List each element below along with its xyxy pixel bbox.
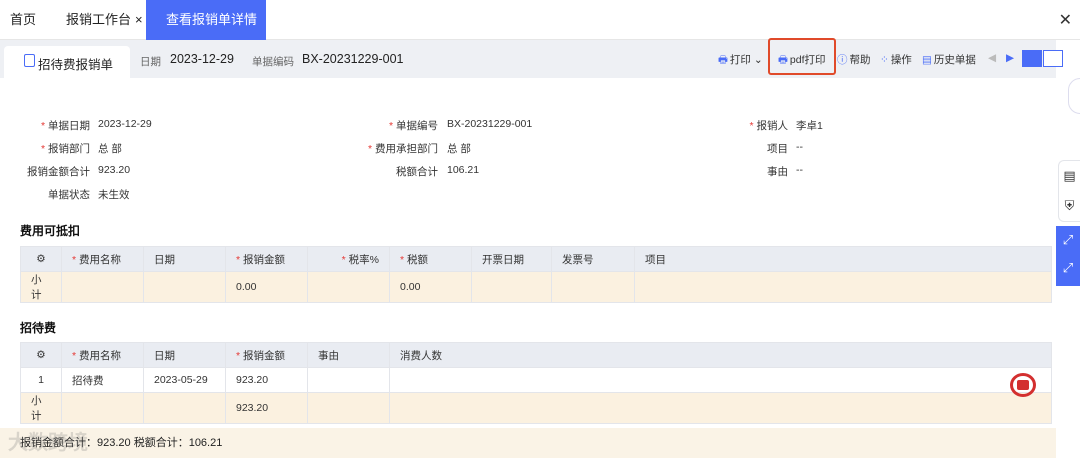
settings-icon[interactable]: ⚙ <box>20 342 62 368</box>
history-icon: ▤ <box>922 54 932 66</box>
tab-home[interactable]: 首页 <box>10 0 36 40</box>
row-people <box>389 367 1052 393</box>
assistant-bubble-icon[interactable] <box>1068 78 1080 114</box>
column-header: * 费用名称 <box>61 342 144 368</box>
amount-total-value: 923.20 <box>98 164 131 176</box>
dept-label: * 报销部门 <box>40 143 90 155</box>
column-header: 消费人数 <box>389 342 1052 368</box>
tab-reimburse-workbench[interactable]: 报销工作台 × <box>66 0 143 40</box>
chevron-down-icon[interactable]: ⌄ <box>754 54 763 66</box>
close-all-icon[interactable]: ✕ <box>1059 10 1072 30</box>
claimant-value: 李卓1 <box>796 120 823 132</box>
settings-icon[interactable]: ⚙ <box>20 246 62 272</box>
history-button[interactable]: ▤ 历史单据 <box>922 52 976 67</box>
cost-dept-value: 总 部 <box>447 143 471 155</box>
help-button[interactable]: ⓘ 帮助 <box>837 52 871 67</box>
column-header: 发票号 <box>551 246 635 272</box>
pdf-print-button[interactable]: 🖶 pdf打印 <box>778 52 826 70</box>
doc-no-value: BX-20231229-001 <box>447 118 533 130</box>
date-label: 日期 <box>140 56 161 68</box>
row-name: 招待费 <box>61 367 144 393</box>
shield-icon[interactable]: ⛨ <box>1059 191 1080 221</box>
printer-icon: 🖶 <box>718 54 728 66</box>
subtotal-amount: 0.00 <box>225 271 308 303</box>
print-button[interactable]: 🖶 打印 ⌄ <box>718 52 763 70</box>
status-value: 未生效 <box>98 189 130 201</box>
reason-value: -- <box>796 164 803 176</box>
cost-dept-label: * 费用承担部门 <box>367 143 438 155</box>
subtotal-row: 小计 0.00 0.00 <box>20 271 1052 303</box>
printer-icon: 🖶 <box>778 54 788 66</box>
expand-icon[interactable]: ⤢ <box>1056 226 1080 254</box>
entertainment-table: ⚙ * 费用名称 日期 * 报销金额 事由 消费人数 1 招待费 2023-05… <box>20 342 1052 424</box>
watermark-logo: 大数跨境 <box>8 432 88 454</box>
card-view-icon[interactable] <box>1043 50 1063 67</box>
column-header: * 费用名称 <box>61 246 144 272</box>
close-icon[interactable]: × <box>135 12 143 27</box>
table-header-row: ⚙ * 费用名称 日期 * 报销金额 事由 消费人数 <box>20 342 1052 368</box>
help-icon: ⓘ <box>837 54 848 66</box>
doc-no-label: * 单据编号 <box>388 120 438 132</box>
row-date: 2023-05-29 <box>143 367 226 393</box>
grid-icon: ⁘ <box>880 54 889 66</box>
subtotal-label: 小计 <box>20 392 62 424</box>
table-header-row: ⚙ * 费用名称 日期 * 报销金额 * 税率% * 税额 开票日期 发票号 项… <box>20 246 1052 272</box>
table-row[interactable]: 1 招待费 2023-05-29 923.20 <box>20 367 1052 393</box>
doc-date-value: 2023-12-29 <box>98 118 152 130</box>
next-arrow-icon[interactable]: ▶ <box>1006 52 1014 64</box>
list-view-icon[interactable] <box>1022 50 1042 67</box>
column-header: 项目 <box>634 246 1052 272</box>
doc-tab-label: 招待费报销单 <box>38 58 114 72</box>
entertainment-title: 招待费 <box>20 321 57 335</box>
fullscreen-icon[interactable]: ⤢ <box>1056 254 1080 282</box>
column-header: * 税率% <box>307 246 390 272</box>
document-icon <box>24 54 35 67</box>
subtotal-tax: 0.00 <box>389 271 472 303</box>
subtotal-row: 小计 923.20 <box>20 392 1052 424</box>
column-header: 日期 <box>143 342 226 368</box>
column-header: * 报销金额 <box>225 342 308 368</box>
claimant-label: * 报销人 <box>749 120 788 132</box>
status-label: 单据状态 <box>48 189 90 201</box>
attachment-icon[interactable] <box>1017 380 1029 390</box>
prev-arrow-icon[interactable]: ◀ <box>988 52 996 64</box>
column-header: 开票日期 <box>471 246 552 272</box>
side-tool-panel: ▤ ⛨ <box>1058 160 1080 222</box>
tax-total-value: 106.21 <box>447 164 480 176</box>
dept-value: 总 部 <box>98 143 122 155</box>
column-header: * 报销金额 <box>225 246 308 272</box>
deductible-title: 费用可抵扣 <box>20 224 81 238</box>
tax-total-label: 税额合计 <box>396 166 438 178</box>
operate-button[interactable]: ⁘ 操作 <box>880 52 912 67</box>
column-header: 日期 <box>143 246 226 272</box>
code-value: BX-20231229-001 <box>302 52 404 66</box>
column-header: 事由 <box>307 342 390 368</box>
row-amount: 923.20 <box>225 367 308 393</box>
tab-view-detail[interactable]: 查看报销单详情× <box>146 0 266 67</box>
deductible-table: ⚙ * 费用名称 日期 * 报销金额 * 税率% * 税额 开票日期 发票号 项… <box>20 246 1052 303</box>
project-label: 项目 <box>767 143 788 155</box>
code-label: 单据编码 <box>252 56 294 68</box>
subtotal-amount: 923.20 <box>225 392 308 424</box>
column-header: * 税额 <box>389 246 472 272</box>
notes-icon[interactable]: ▤ <box>1059 161 1080 191</box>
date-value: 2023-12-29 <box>170 52 234 66</box>
side-expand-panel: ⤢ ⤢ <box>1056 226 1080 286</box>
row-number: 1 <box>20 367 62 393</box>
amount-total-label: 报销金额合计 <box>27 166 90 178</box>
subtotal-label: 小计 <box>20 271 62 303</box>
doc-date-label: * 单据日期 <box>40 120 90 132</box>
row-reason <box>307 367 390 393</box>
project-value: -- <box>796 141 803 153</box>
reason-label: 事由 <box>767 166 788 178</box>
